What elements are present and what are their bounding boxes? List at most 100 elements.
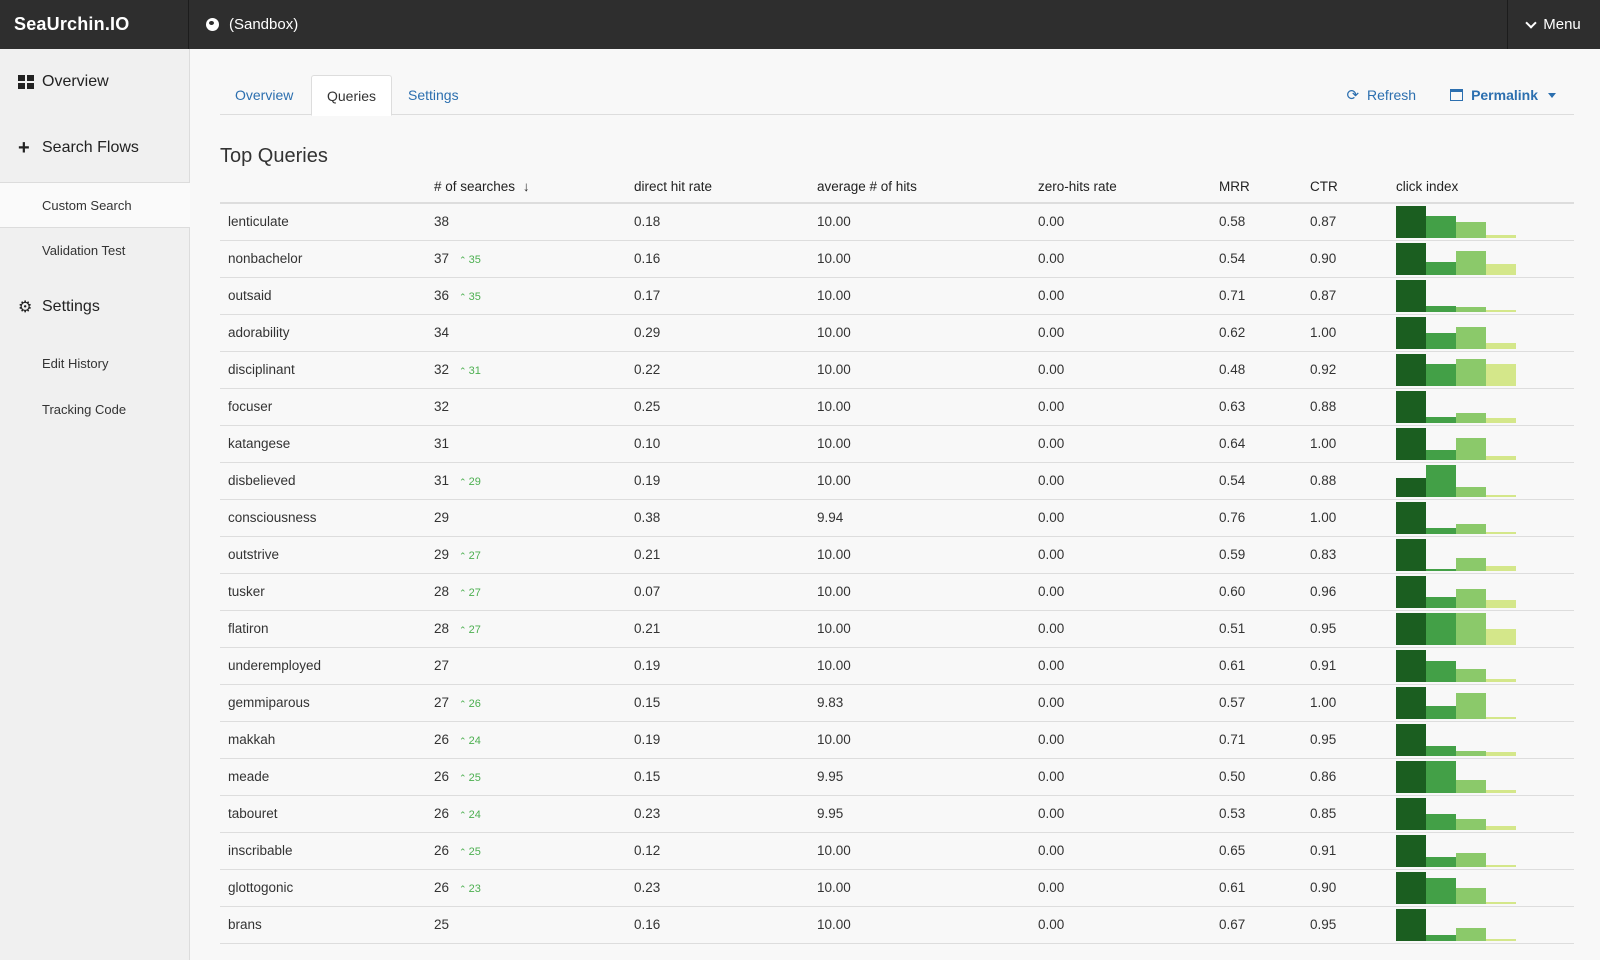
query-cell[interactable]: lenticulate bbox=[220, 203, 434, 241]
tab-queries[interactable]: Queries bbox=[311, 75, 393, 116]
table-row[interactable]: makkah 26 ⌃ 24 0.19 10.00 0.00 0.71 0.95 bbox=[220, 721, 1574, 759]
sidebar-item-overview[interactable]: Overview bbox=[0, 62, 190, 102]
table-row[interactable]: brans 25 0.16 10.00 0.00 0.67 0.95 bbox=[220, 906, 1574, 944]
zero-hits-rate-cell: 0.00 bbox=[1038, 314, 1219, 352]
calendar-icon bbox=[1450, 89, 1464, 101]
col-header-direct-hit-rate[interactable]: direct hit rate bbox=[634, 171, 817, 204]
click-index-bar bbox=[1486, 628, 1516, 645]
query-cell[interactable]: katangese bbox=[220, 425, 434, 463]
query-cell[interactable]: inscribable bbox=[220, 832, 434, 870]
click-index-bar bbox=[1456, 523, 1486, 534]
searches-cell: 26 ⌃ 23 bbox=[434, 869, 634, 907]
zero-hits-rate-cell: 0.00 bbox=[1038, 758, 1219, 796]
sidebar-item-validation-test[interactable]: Validation Test bbox=[0, 228, 190, 274]
searches-cell: 32 ⌃ 31 bbox=[434, 351, 634, 389]
query-cell[interactable]: meade bbox=[220, 758, 434, 796]
query-cell[interactable]: gemmiparous bbox=[220, 684, 434, 722]
table-row[interactable]: underemployed 27 0.19 10.00 0.00 0.61 0.91 bbox=[220, 647, 1574, 685]
query-cell[interactable]: consciousness bbox=[220, 499, 434, 537]
sidebar-item-settings[interactable]: ⚙ Settings bbox=[0, 287, 190, 327]
table-row[interactable]: disbelieved 31 ⌃ 29 0.19 10.00 0.00 0.54 0.88 bbox=[220, 462, 1574, 500]
table-row[interactable]: inscribable 26 ⌃ 25 0.12 10.00 0.00 0.65 0.91 bbox=[220, 832, 1574, 870]
sidebar-item-tracking-code[interactable]: Tracking Code bbox=[0, 387, 190, 433]
table-row[interactable]: focuser 32 0.25 10.00 0.00 0.63 0.88 bbox=[220, 388, 1574, 426]
average-hits-cell: 10.00 bbox=[817, 832, 1038, 870]
click-index-bar bbox=[1486, 901, 1516, 904]
searches-cell: 28 ⌃ 27 bbox=[434, 573, 634, 611]
click-index-bars bbox=[1396, 834, 1516, 867]
sidebar-item-search-flows[interactable]: + Search Flows bbox=[0, 128, 190, 168]
query-cell[interactable]: underemployed bbox=[220, 647, 434, 685]
click-index-bar bbox=[1426, 261, 1456, 275]
table-row[interactable]: meade 26 ⌃ 25 0.15 9.95 0.00 0.50 0.86 bbox=[220, 758, 1574, 796]
click-index-bars bbox=[1396, 279, 1516, 312]
searches-cell: 26 ⌃ 25 bbox=[434, 832, 634, 870]
col-header-average-hits[interactable]: average # of hits bbox=[817, 171, 1038, 204]
table-row[interactable]: disciplinant 32 ⌃ 31 0.22 10.00 0.00 0.48 0.92 bbox=[220, 351, 1574, 389]
table-row[interactable]: outsaid 36 ⌃ 35 0.17 10.00 0.00 0.71 0.87 bbox=[220, 277, 1574, 315]
col-header-mrr[interactable]: MRR bbox=[1219, 171, 1310, 204]
query-cell[interactable]: focuser bbox=[220, 388, 434, 426]
table-row[interactable]: katangese 31 0.10 10.00 0.00 0.64 1.00 bbox=[220, 425, 1574, 463]
table-row[interactable]: lenticulate 38 0.18 10.00 0.00 0.58 0.87 bbox=[220, 203, 1574, 241]
query-cell[interactable]: adorability bbox=[220, 314, 434, 352]
click-index-bar bbox=[1426, 596, 1456, 608]
sidebar-item-edit-history[interactable]: Edit History bbox=[0, 341, 190, 387]
query-cell[interactable]: glottogonic bbox=[220, 869, 434, 907]
searches-value: 34 bbox=[434, 325, 450, 340]
query-cell[interactable]: nonbachelor bbox=[220, 240, 434, 278]
click-index-bar bbox=[1486, 789, 1516, 793]
brand-logo[interactable]: SeaUrchin.IO bbox=[0, 0, 189, 49]
query-cell[interactable]: makkah bbox=[220, 721, 434, 759]
col-header-zero-hits-rate[interactable]: zero-hits rate bbox=[1038, 171, 1219, 204]
table-row[interactable]: nonbachelor 37 ⌃ 35 0.16 10.00 0.00 0.54 0.90 bbox=[220, 240, 1574, 278]
direct-hit-rate-cell: 0.19 bbox=[634, 721, 817, 759]
click-index-bar bbox=[1486, 234, 1516, 238]
zero-hits-rate-cell: 0.00 bbox=[1038, 610, 1219, 648]
query-cell[interactable]: disciplinant bbox=[220, 351, 434, 389]
menu-button[interactable]: Menu bbox=[1507, 0, 1600, 49]
query-cell[interactable]: tabouret bbox=[220, 795, 434, 833]
average-hits-cell: 10.00 bbox=[817, 203, 1038, 241]
delta-value: 23 bbox=[468, 883, 481, 895]
table-row[interactable]: gemmiparous 27 ⌃ 26 0.15 9.83 0.00 0.57 1.00 bbox=[220, 684, 1574, 722]
col-header-ctr[interactable]: CTR bbox=[1310, 171, 1396, 204]
environment-selector[interactable]: (Sandbox) bbox=[206, 0, 298, 49]
queries-table: # of searches ↓ direct hit rate average … bbox=[220, 171, 1574, 944]
click-index-bars bbox=[1396, 612, 1516, 645]
col-header-searches[interactable]: # of searches ↓ bbox=[434, 171, 634, 204]
trend-delta: ⌃ 35 bbox=[459, 291, 481, 303]
trend-up-icon: ⌃ bbox=[459, 588, 467, 598]
ctr-cell: 0.90 bbox=[1310, 240, 1396, 278]
query-cell[interactable]: tusker bbox=[220, 573, 434, 611]
table-row[interactable]: adorability 34 0.29 10.00 0.00 0.62 1.00 bbox=[220, 314, 1574, 352]
query-cell[interactable]: outstrive bbox=[220, 536, 434, 574]
sidebar-item-custom-search[interactable]: Custom Search bbox=[0, 182, 190, 228]
environment-label: (Sandbox) bbox=[229, 16, 299, 33]
query-cell[interactable]: outsaid bbox=[220, 277, 434, 315]
table-row[interactable]: outstrive 29 ⌃ 27 0.21 10.00 0.00 0.59 0.83 bbox=[220, 536, 1574, 574]
table-row[interactable]: glottogonic 26 ⌃ 23 0.23 10.00 0.00 0.61 0.90 bbox=[220, 869, 1574, 907]
direct-hit-rate-cell: 0.15 bbox=[634, 684, 817, 722]
table-row[interactable]: tusker 28 ⌃ 27 0.07 10.00 0.00 0.60 0.96 bbox=[220, 573, 1574, 611]
permalink-dropdown[interactable]: Permalink bbox=[1450, 87, 1556, 103]
searches-value: 31 bbox=[434, 436, 450, 451]
trend-delta: ⌃ 24 bbox=[459, 809, 481, 821]
click-index-bar bbox=[1456, 852, 1486, 867]
trend-delta: ⌃ 23 bbox=[459, 883, 481, 895]
table-row[interactable]: consciousness 29 0.38 9.94 0.00 0.76 1.00 bbox=[220, 499, 1574, 537]
trend-delta: ⌃ 25 bbox=[459, 772, 481, 784]
query-cell[interactable]: flatiron bbox=[220, 610, 434, 648]
query-cell[interactable]: disbelieved bbox=[220, 462, 434, 500]
click-index-bar bbox=[1456, 306, 1486, 312]
click-index-bar bbox=[1396, 908, 1426, 941]
table-row[interactable]: tabouret 26 ⌃ 24 0.23 9.95 0.00 0.53 0.85 bbox=[220, 795, 1574, 833]
table-row[interactable]: flatiron 28 ⌃ 27 0.21 10.00 0.00 0.51 0.95 bbox=[220, 610, 1574, 648]
sidebar-item-label: Overview bbox=[42, 73, 109, 90]
tab-settings[interactable]: Settings bbox=[393, 75, 474, 115]
ctr-cell: 0.91 bbox=[1310, 832, 1396, 870]
refresh-button[interactable]: ⟳ Refresh bbox=[1346, 86, 1416, 104]
click-index-bars bbox=[1396, 575, 1516, 608]
tab-overview[interactable]: Overview bbox=[220, 75, 308, 115]
query-cell[interactable]: brans bbox=[220, 906, 434, 944]
